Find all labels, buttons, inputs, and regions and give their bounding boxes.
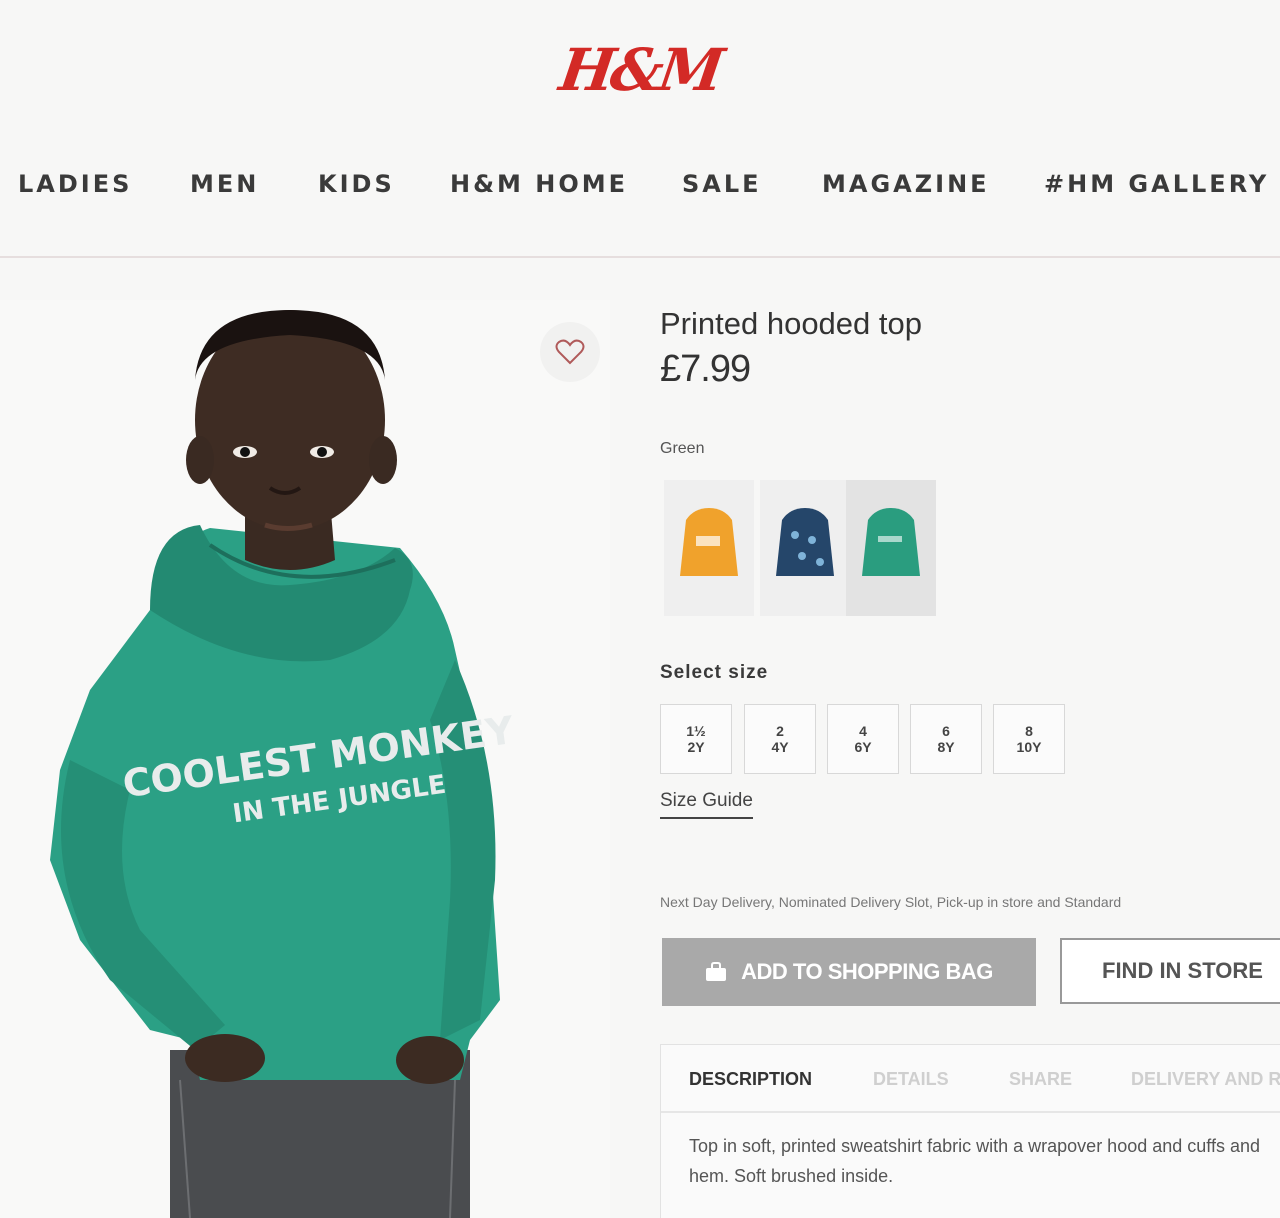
hoodie-thumbnail-icon (862, 508, 920, 576)
product-title: Printed hooded top (660, 306, 922, 341)
size-option-top: 1½ (686, 723, 706, 739)
swatch-green[interactable] (846, 480, 936, 616)
product-price: £7.99 (660, 348, 751, 390)
size-option-2y[interactable]: 1½ 2Y (660, 704, 732, 774)
nav-item-hm-gallery[interactable]: #HM GALLERY (1044, 170, 1269, 198)
size-option-10y[interactable]: 8 10Y (993, 704, 1065, 774)
product-page: H&M LADIES MEN KIDS H&M HOME SALE MAGAZI… (0, 0, 1280, 1218)
nav-item-men[interactable]: MEN (190, 170, 259, 198)
selected-color-label: Green (660, 440, 705, 457)
size-option-top: 2 (776, 723, 784, 739)
size-option-top: 4 (859, 723, 867, 739)
tab-description[interactable]: DESCRIPTION (689, 1069, 812, 1090)
swatch-orange[interactable] (664, 480, 754, 616)
swatch-navy-print[interactable] (760, 480, 850, 616)
add-to-bag-label: ADD TO SHOPPING BAG (741, 959, 993, 984)
select-size-label: Select size (660, 662, 769, 683)
tab-share[interactable]: SHARE (1009, 1069, 1072, 1090)
hoodie-thumbnail-icon (776, 508, 834, 576)
size-option-top: 6 (942, 723, 950, 739)
hoodie-thumbnail-icon (680, 508, 738, 576)
tabs-divider (661, 1111, 1280, 1113)
size-option-bottom: 6Y (854, 739, 872, 755)
add-to-bag-button[interactable]: ADD TO SHOPPING BAG (662, 938, 1036, 1006)
size-option-bottom: 8Y (937, 739, 955, 755)
find-in-store-button[interactable]: FIND IN STORE (1060, 938, 1280, 1004)
product-description: Top in soft, printed sweatshirt fabric w… (689, 1136, 1260, 1186)
shopping-bag-icon (706, 962, 727, 981)
size-option-6y[interactable]: 4 6Y (827, 704, 899, 774)
favorite-button[interactable] (540, 322, 600, 382)
size-option-bottom: 10Y (1016, 739, 1042, 755)
size-option-4y[interactable]: 2 4Y (744, 704, 816, 774)
model-photo: COOLEST MONKEY IN THE JUNGLE (50, 310, 517, 1218)
nav-item-magazine[interactable]: MAGAZINE (822, 170, 990, 198)
nav-item-sale[interactable]: SALE (682, 170, 762, 198)
product-info-tabs: DESCRIPTION DETAILS SHARE DELIVERY AND R… (660, 1044, 1280, 1218)
size-guide-link[interactable]: Size Guide (660, 790, 753, 819)
nav-item-hm-home[interactable]: H&M HOME (450, 170, 628, 198)
header-divider (0, 256, 1280, 258)
tab-details[interactable]: DETAILS (873, 1069, 949, 1090)
delivery-info: Next Day Delivery, Nominated Delivery Sl… (660, 894, 1122, 910)
tab-delivery[interactable]: DELIVERY AND R (1131, 1069, 1280, 1090)
size-option-bottom: 4Y (771, 739, 789, 755)
nav-item-ladies[interactable]: LADIES (18, 170, 132, 198)
hm-logo[interactable]: H&M (0, 36, 1280, 104)
heart-outline-icon (555, 339, 585, 365)
size-option-top: 8 (1025, 723, 1033, 739)
product-image: COOLEST MONKEY IN THE JUNGLE (0, 300, 610, 1218)
nav-item-kids[interactable]: KIDS (318, 170, 395, 198)
size-option-8y[interactable]: 6 8Y (910, 704, 982, 774)
main-nav: LADIES MEN KIDS H&M HOME SALE MAGAZINE #… (0, 170, 1280, 204)
size-option-bottom: 2Y (687, 739, 705, 755)
